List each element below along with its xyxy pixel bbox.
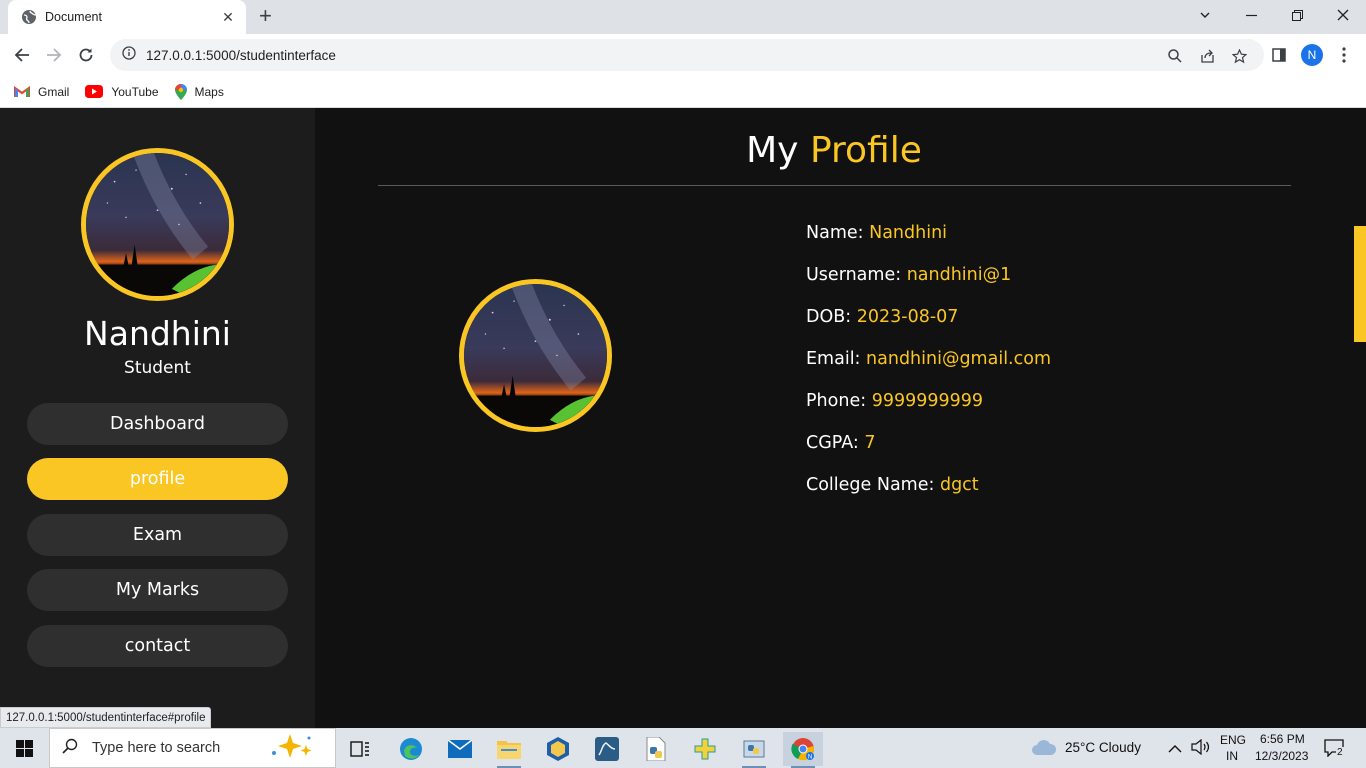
language-top[interactable]: ENG (1220, 733, 1246, 747)
profile-avatar-image (459, 279, 612, 432)
field-email: Email: nandhini@gmail.com (806, 349, 1051, 369)
gmail-icon (14, 85, 30, 98)
back-arrow-icon[interactable] (11, 44, 33, 66)
bookmark-label: YouTube (111, 84, 159, 99)
bookmark-gmail[interactable]: Gmail (14, 85, 69, 99)
sidebar: Nandhini Student Dashboard profile Exam … (0, 108, 315, 728)
youtube-icon (85, 85, 104, 98)
field-name: Name: Nandhini (806, 223, 947, 243)
field-cgpa: CGPA: 7 (806, 433, 876, 453)
globe-icon (21, 9, 37, 25)
windows-taskbar: Type here to search N 25°C Cloudy ENG IN… (0, 728, 1366, 768)
clock-date[interactable]: 12/3/2023 (1255, 749, 1308, 763)
clock-time[interactable]: 6:56 PM (1260, 732, 1305, 746)
app-plus-icon[interactable] (685, 732, 725, 766)
url-text: 127.0.0.1:5000/studentinterface (146, 47, 336, 63)
field-label: Name: (806, 223, 864, 243)
field-label: Phone: (806, 391, 867, 411)
field-value: nandhini@1 (906, 265, 1012, 285)
nav-exam[interactable]: Exam (27, 514, 288, 556)
file-explorer-icon[interactable] (489, 732, 529, 768)
main-content: My Profile Name: Nandhini Username: nand… (315, 108, 1353, 728)
bookmark-youtube[interactable]: YouTube (85, 84, 159, 99)
side-panel-icon[interactable] (1268, 44, 1290, 66)
zoom-icon[interactable] (1166, 47, 1184, 65)
share-icon[interactable] (1198, 47, 1216, 65)
weather-text[interactable]: 25°C Cloudy (1065, 740, 1141, 755)
tab-title: Document (45, 10, 102, 24)
new-tab-button[interactable]: + (259, 5, 272, 27)
field-label: DOB: (806, 307, 852, 327)
field-label: CGPA: (806, 433, 859, 453)
scrollbar-thumb[interactable] (1354, 226, 1366, 342)
nav-profile[interactable]: profile (27, 458, 288, 500)
field-value: Nandhini (869, 223, 948, 243)
sidebar-avatar (81, 148, 234, 301)
search-placeholder: Type here to search (92, 740, 221, 756)
windows-start-icon[interactable] (0, 728, 48, 768)
mysql-workbench-icon[interactable] (587, 732, 627, 766)
notification-count: 2 (1336, 747, 1344, 758)
profile-avatar[interactable]: N (1301, 44, 1323, 66)
page-title-plain: My (746, 130, 799, 171)
nav-my-marks[interactable]: My Marks (27, 569, 288, 611)
menu-dots-icon[interactable] (1333, 44, 1355, 66)
page-title: My Profile (315, 130, 1353, 171)
bookmarks-bar: Gmail YouTube Maps (0, 76, 1366, 108)
sidebar-user-name: Nandhini (84, 314, 231, 353)
bookmark-label: Gmail (38, 84, 70, 99)
address-bar[interactable]: 127.0.0.1:5000/studentinterface (110, 39, 1264, 71)
maps-icon (174, 83, 187, 100)
edge-icon[interactable] (391, 732, 431, 766)
tab-search-icon[interactable] (1182, 0, 1228, 30)
task-view-icon[interactable] (340, 732, 380, 766)
close-window-button[interactable] (1320, 0, 1366, 30)
browser-toolbar: 127.0.0.1:5000/studentinterface N (0, 34, 1366, 76)
python-idle-icon[interactable] (734, 732, 774, 768)
nav-dashboard[interactable]: Dashboard (27, 403, 288, 445)
bookmark-star-icon[interactable] (1230, 47, 1248, 65)
nav-contact[interactable]: contact (27, 625, 288, 667)
field-value: dgct (939, 475, 979, 495)
sidebar-user-role: Student (124, 358, 191, 378)
field-username: Username: nandhini@1 (806, 265, 1011, 285)
restore-button[interactable] (1274, 0, 1320, 30)
chrome-icon[interactable]: N (783, 732, 823, 768)
page-scrollbar[interactable] (1353, 108, 1366, 728)
bookmark-maps[interactable]: Maps (174, 83, 224, 100)
status-bubble: 127.0.0.1:5000/studentinterface#profile (0, 707, 212, 728)
reload-icon[interactable] (75, 44, 97, 66)
field-label: Username: (806, 265, 902, 285)
svg-text:N: N (808, 755, 812, 761)
field-dob: DOB: 2023-08-07 (806, 307, 958, 327)
virtualbox-icon[interactable] (538, 732, 578, 766)
tab-strip: Document ✕ + (0, 0, 1366, 34)
search-highlight-icon (268, 733, 314, 764)
tab-close-icon[interactable]: ✕ (220, 9, 236, 26)
field-value: 9999999999 (871, 391, 984, 411)
forward-arrow-icon[interactable] (43, 44, 65, 66)
taskbar-search[interactable]: Type here to search (49, 728, 336, 768)
weather-cloud-icon[interactable] (1031, 738, 1057, 761)
field-phone: Phone: 9999999999 (806, 391, 983, 411)
minimize-button[interactable] (1228, 0, 1274, 30)
search-icon (62, 738, 78, 759)
python-file-icon[interactable] (636, 732, 676, 766)
browser-tab[interactable]: Document ✕ (8, 0, 246, 34)
site-info-icon[interactable] (122, 45, 136, 65)
page-title-accent: Profile (809, 130, 922, 171)
language-bottom[interactable]: IN (1226, 749, 1238, 763)
field-college-name: College Name: dgct (806, 475, 979, 495)
field-value: 2023-08-07 (856, 307, 959, 327)
mail-icon[interactable] (440, 732, 480, 766)
bookmark-label: Maps (194, 84, 224, 99)
volume-icon[interactable] (1191, 738, 1211, 760)
field-value: nandhini@gmail.com (866, 349, 1051, 369)
title-divider (378, 185, 1291, 186)
field-value: 7 (864, 433, 876, 453)
tray-chevron-up-icon[interactable] (1168, 741, 1182, 759)
field-label: College Name: (806, 475, 935, 495)
field-label: Email: (806, 349, 861, 369)
